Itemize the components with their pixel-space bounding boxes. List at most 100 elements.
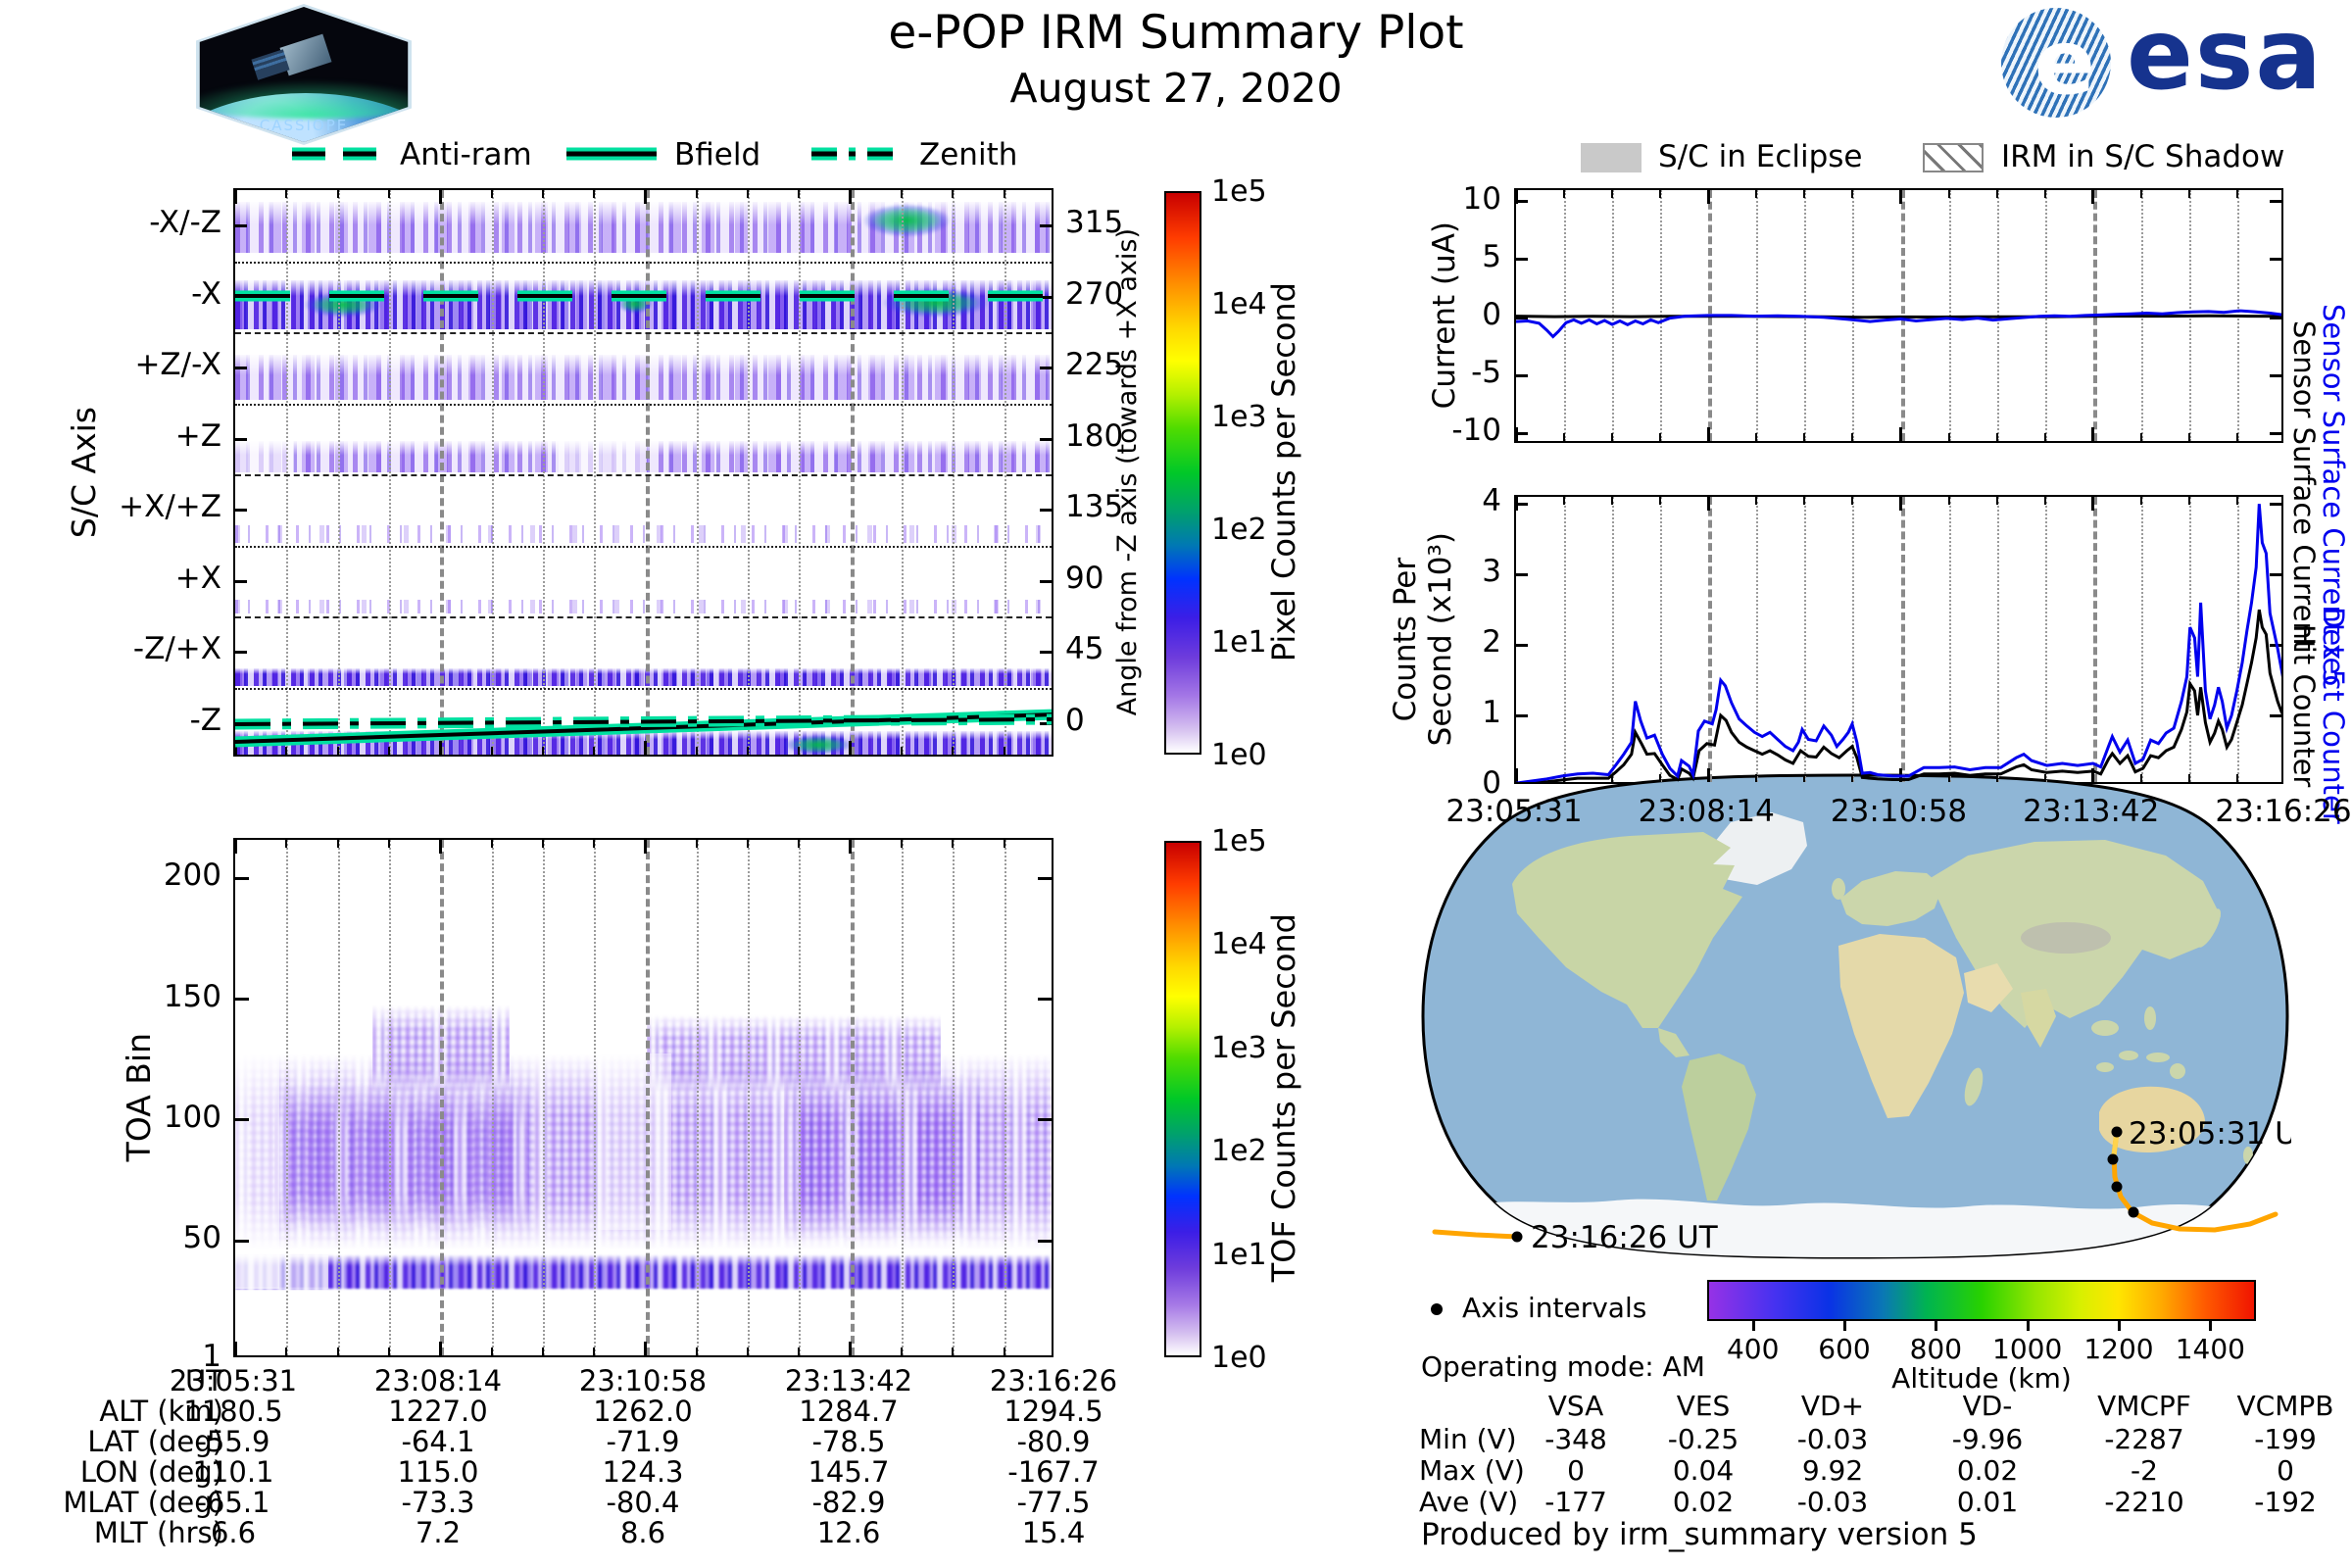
produced-by: Produced by irm_summary version 5 [1421,1517,1978,1552]
ephemeris-ut-value: 23:13:42 [784,1364,913,1397]
gridline [748,840,751,1355]
legend-zenith: Zenith [919,137,1018,172]
current-ytick-label: 5 [1482,238,1501,274]
gridline [388,840,391,1355]
sc-band-label: +Z [174,417,221,454]
angle-tick-label: 90 [1065,560,1104,596]
ephemeris-value: -55.9 [196,1425,270,1458]
hit-counter-label-wrap: Hit Counter [2287,500,2321,911]
altitude-tick [1843,1321,1846,1331]
x-tick [490,840,493,848]
x-tick [798,1348,801,1355]
voltage-value: -199 [2254,1423,2317,1455]
ephemeris-value: 15.4 [1021,1516,1086,1549]
series-sensor-surface-current-x-5 [1516,309,2281,339]
esa-logo: e esa [2001,6,2344,120]
y-tick [235,876,249,880]
ephemeris-value: 8.6 [619,1516,666,1549]
y-tick [1038,876,1052,880]
ephemeris-value: 145.7 [808,1455,890,1489]
altitude-tick [2118,1321,2121,1331]
gridline [645,840,650,1355]
operating-mode: Operating mode: AM [1421,1350,1705,1383]
counts-ytick-label: 1 [1482,695,1501,731]
gridline [1004,840,1006,1355]
colorbar-tick-label: 1e5 [1211,824,1267,858]
current-ytick-label: 10 [1462,180,1501,217]
voltage-col-header: VD- [1962,1390,2013,1422]
current-ytick-label: -10 [1451,413,1501,449]
axis-interval-dot [1511,1231,1523,1243]
track-start-time: 23:05:31 UT [2129,1116,2291,1152]
x-tick [593,1348,596,1355]
esa-globe-icon: e [2001,8,2111,118]
axis-interval-dot [2107,1153,2119,1165]
y-tick [235,998,249,1002]
ephemeris-value: 1294.5 [1004,1395,1103,1428]
angle-tick-label: 135 [1065,489,1124,525]
ephemeris-value: -78.5 [811,1425,886,1458]
angle-tick-label: 180 [1065,417,1124,454]
x-tick [644,1342,647,1355]
ephemeris-ut-value: 23:10:58 [578,1364,708,1397]
x-tick [387,840,390,848]
sc-band-label: +X [174,560,221,596]
axis-interval-dot [2111,1181,2123,1193]
toa-tick-label: 150 [163,978,221,1014]
eclipse-legend: S/C in Eclipse IRM in S/C Shadow [1568,137,2313,174]
y-tick [1038,1118,1052,1122]
axis-intervals-dot-icon [1431,1303,1443,1315]
sc-axis-ylabel-wrap: S/C Axis [61,188,106,757]
zenith-line-icon [811,147,902,161]
detect-counter-label-wrap: Detect Counter [2317,500,2350,931]
gridline [594,840,597,1355]
sc-band-label: -X [191,275,221,312]
x-tick [541,840,544,848]
counts-ytick-label: 3 [1482,554,1501,590]
bfield-line-icon [566,147,657,161]
counts-xtick-label: 23:13:42 [2023,794,2160,829]
toa-ylabel-wrap: TOA Bin [116,838,161,1357]
ephemeris-value: -167.7 [1007,1455,1100,1489]
series-sensor-surface-current [1516,314,2281,319]
angle-tick-label: 0 [1065,702,1085,738]
gridline [491,840,494,1355]
colorbar-tick-label: 1e4 [1211,287,1267,321]
ephemeris-value: -65.1 [196,1486,270,1519]
gridline [953,840,956,1355]
gridline [542,840,545,1355]
current-ytick-label: -5 [1471,355,1501,391]
current-chart [1514,188,2283,443]
x-tick [1003,840,1005,848]
world-map: 23:05:31 UT 23:16:26 UT [1421,773,2291,1259]
pixel-counts-colorbar-label: Pixel Counts per Second [1265,282,1302,662]
counts-ytick-label: 4 [1482,483,1501,519]
orientation-legend: Anti-ram Bfield Zenith [284,137,1049,172]
voltage-value: -9.96 [1951,1423,2024,1455]
ephemeris-value: -80.4 [606,1486,680,1519]
altitude-tick [1751,1321,1755,1331]
page-subtitle-date: August 27, 2020 [1009,65,1343,112]
gridline [440,840,445,1355]
tof-counts-colorbar [1164,841,1201,1357]
x-tick [695,1348,698,1355]
ephemeris-value: -82.9 [811,1486,886,1519]
ephemeris-value: 115.0 [397,1455,479,1489]
x-tick [849,840,853,854]
detect-counter-label: Detect Counter [2317,607,2350,824]
x-tick [1003,1348,1005,1355]
current-ytick-label: 0 [1482,297,1501,332]
x-tick [849,1342,853,1355]
colorbar-tick-label: 1e2 [1211,513,1267,547]
toa-spectrogram [233,838,1054,1357]
ephemeris-value: 1284.7 [799,1395,899,1428]
sc-band-label: +Z/-X [134,347,221,383]
ephemeris-value: 110.1 [192,1455,274,1489]
tof-counts-colorbar-label: TOF Counts per Second [1265,912,1302,1283]
x-tick [336,840,339,848]
sc-band-label: -X/-Z [149,205,221,241]
colorbar-tick-label: 1e4 [1211,927,1267,962]
sc-band-label: +X/+Z [119,489,221,525]
toa-tick-label: 200 [163,858,221,894]
toa-tick-label: 100 [163,1099,221,1135]
